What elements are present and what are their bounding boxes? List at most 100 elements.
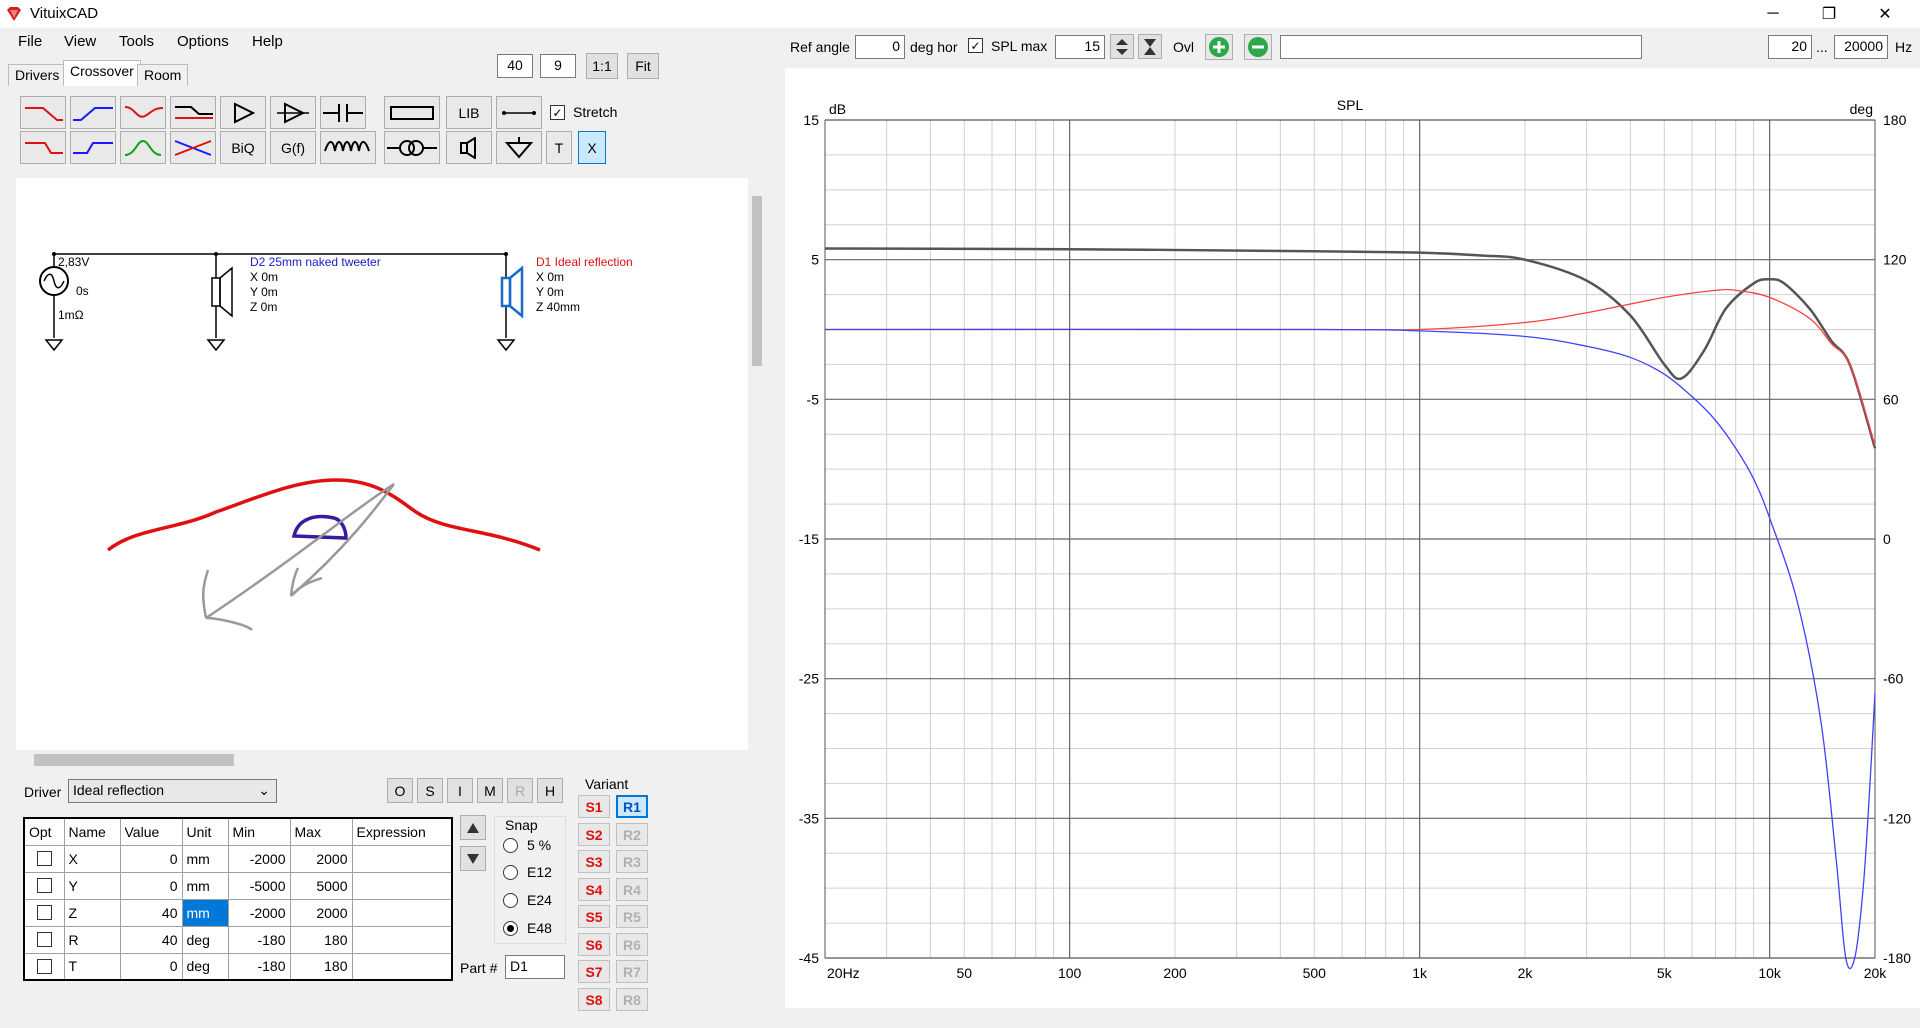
param-max[interactable]: 2000 <box>289 898 353 927</box>
move-down-button[interactable] <box>460 846 486 871</box>
param-min[interactable]: -2000 <box>227 898 291 927</box>
spl-max-field[interactable]: 15 <box>1055 35 1105 59</box>
param-expression[interactable] <box>351 925 453 954</box>
t-button[interactable]: T <box>546 131 572 164</box>
param-value[interactable]: 0 <box>119 952 183 981</box>
minimize-button[interactable]: ─ <box>1750 0 1796 28</box>
opt-checkbox[interactable] <box>37 878 52 893</box>
variant-s1[interactable]: S1 <box>578 795 610 818</box>
param-expression[interactable] <box>351 871 453 900</box>
param-min[interactable]: -180 <box>227 925 291 954</box>
param-unit[interactable]: mm <box>181 871 229 900</box>
driver1-name[interactable]: D1 Ideal reflection <box>536 255 633 269</box>
param-min[interactable]: -2000 <box>227 844 291 873</box>
variant-r1[interactable]: R1 <box>616 795 648 818</box>
driver-select[interactable]: Ideal reflection ⌄ <box>68 779 277 803</box>
highpass-blue-tool[interactable] <box>70 96 116 129</box>
transformer-tool[interactable] <box>384 131 440 164</box>
zoom-field-a[interactable]: 40 <box>497 54 533 78</box>
param-value[interactable]: 40 <box>119 925 183 954</box>
param-value[interactable]: 0 <box>119 871 183 900</box>
param-unit[interactable]: deg <box>181 925 229 954</box>
capacitor-tool[interactable] <box>320 96 366 129</box>
freq-min-field[interactable]: 20 <box>1768 35 1812 59</box>
variant-s7[interactable]: S7 <box>578 960 610 983</box>
i-button[interactable]: I <box>447 778 473 803</box>
param-unit[interactable]: mm <box>181 844 229 873</box>
wire-tool[interactable] <box>496 96 542 129</box>
resistor-tool[interactable] <box>384 96 440 129</box>
m-button[interactable]: M <box>477 778 503 803</box>
x-button[interactable]: X <box>578 131 606 164</box>
spl-chart-panel[interactable]: SPL dB deg 20Hz 50 100 200 500 1k 2k 5k 10k 20k 15 5 -5… <box>785 68 1920 1008</box>
s-button[interactable]: S <box>417 778 443 803</box>
buffer-tool[interactable] <box>270 96 316 129</box>
speaker-tool[interactable] <box>446 131 492 164</box>
schematic-vertical-scrollbar[interactable] <box>748 178 766 750</box>
biq-button[interactable]: BiQ <box>220 131 266 164</box>
inductor-tool[interactable] <box>320 131 376 164</box>
param-value[interactable]: 0 <box>119 844 183 873</box>
spl-chart[interactable]: SPL dB deg 20Hz 50 100 200 500 1k 2k 5k 10k 20k 15 5 -5… <box>785 68 1920 1008</box>
table-row[interactable]: Y 0 mm -5000 5000 <box>23 871 453 900</box>
part-field[interactable]: D1 <box>505 955 565 979</box>
tab-room[interactable]: Room <box>137 64 189 86</box>
restore-button[interactable]: ❐ <box>1806 0 1852 28</box>
bandpass-green-tool[interactable] <box>120 131 166 164</box>
param-max[interactable]: 5000 <box>289 871 353 900</box>
schematic-canvas[interactable]: 2,83V 0s 1mΩ D2 25mm naked tweeter X 0m … <box>16 178 748 750</box>
ground-tool[interactable] <box>496 131 542 164</box>
param-expression[interactable] <box>351 898 453 927</box>
snap-radio-e48[interactable] <box>503 921 518 936</box>
horizontal-scroll-thumb[interactable] <box>34 754 234 766</box>
variant-r8[interactable]: R8 <box>616 988 648 1011</box>
menu-file[interactable]: File <box>18 33 42 50</box>
tab-drivers[interactable]: Drivers <box>8 64 67 86</box>
menu-options[interactable]: Options <box>177 33 229 50</box>
variant-s4[interactable]: S4 <box>578 878 610 901</box>
add-overlay-button[interactable] <box>1205 34 1233 60</box>
vertical-scroll-thumb[interactable] <box>752 196 762 366</box>
zoom-field-b[interactable]: 9 <box>540 54 576 78</box>
notch-red-tool[interactable] <box>120 96 166 129</box>
param-max[interactable]: 180 <box>289 952 353 981</box>
snap-radio-e12[interactable] <box>503 865 518 880</box>
variant-s5[interactable]: S5 <box>578 905 610 928</box>
spl-spinner-button[interactable] <box>1110 34 1134 59</box>
move-up-button[interactable] <box>460 815 486 840</box>
close-button[interactable]: ✕ <box>1862 0 1908 28</box>
opt-checkbox[interactable] <box>37 851 52 866</box>
shelf-tool[interactable] <box>170 96 216 129</box>
variant-r4[interactable]: R4 <box>616 878 648 901</box>
spl-expand-button[interactable] <box>1138 34 1162 59</box>
schematic-horizontal-scrollbar[interactable] <box>16 750 748 770</box>
variant-r5[interactable]: R5 <box>616 905 648 928</box>
opt-checkbox[interactable] <box>37 905 52 920</box>
param-min[interactable]: -180 <box>227 952 291 981</box>
param-expression[interactable] <box>351 844 453 873</box>
param-value[interactable]: 40 <box>119 898 183 927</box>
amplifier-tool[interactable] <box>220 96 266 129</box>
snap-radio-e24[interactable] <box>503 893 518 908</box>
o-button[interactable]: O <box>387 778 413 803</box>
table-row[interactable]: Z 40 mm -2000 2000 <box>23 898 453 927</box>
variant-r7[interactable]: R7 <box>616 960 648 983</box>
param-max[interactable]: 180 <box>289 925 353 954</box>
freq-max-field[interactable]: 20000 <box>1834 35 1888 59</box>
variant-s8[interactable]: S8 <box>578 988 610 1011</box>
remove-overlay-button[interactable] <box>1244 34 1272 60</box>
overlay-field[interactable] <box>1280 35 1642 59</box>
h-button[interactable]: H <box>537 778 563 803</box>
variant-s3[interactable]: S3 <box>578 850 610 873</box>
variant-r6[interactable]: R6 <box>616 933 648 956</box>
table-row[interactable]: X 0 mm -2000 2000 <box>23 844 453 873</box>
variant-s2[interactable]: S2 <box>578 823 610 846</box>
menu-view[interactable]: View <box>64 33 96 50</box>
param-unit[interactable]: deg <box>181 952 229 981</box>
variant-s6[interactable]: S6 <box>578 933 610 956</box>
lowpass2-red-tool[interactable] <box>20 131 66 164</box>
menu-help[interactable]: Help <box>252 33 283 50</box>
ref-angle-field[interactable]: 0 <box>855 35 905 59</box>
param-max[interactable]: 2000 <box>289 844 353 873</box>
opt-checkbox[interactable] <box>37 932 52 947</box>
